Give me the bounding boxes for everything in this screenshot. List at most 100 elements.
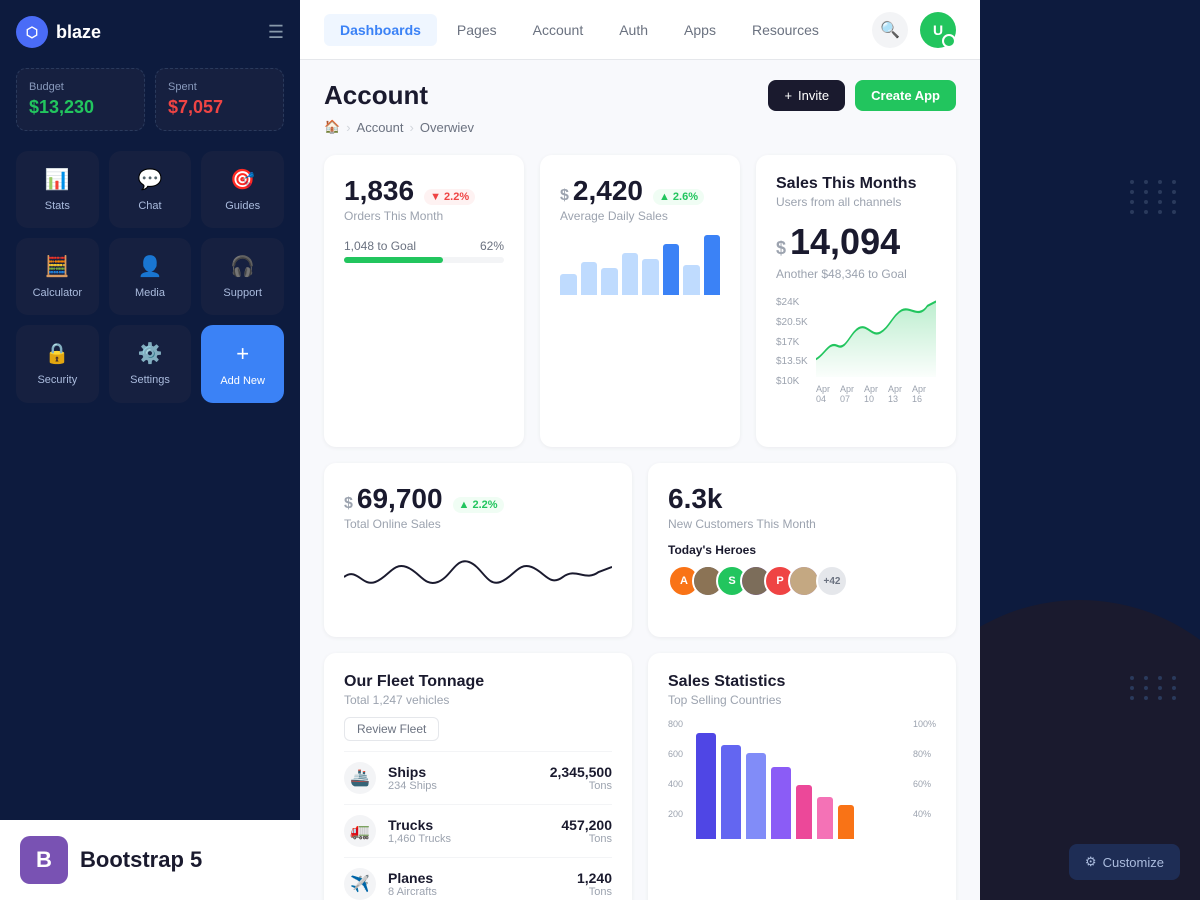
ships-icon: 🚢: [344, 762, 376, 794]
bars-inner: [696, 719, 936, 839]
mini-bars: [560, 235, 720, 295]
online-sales-badge: ▲ 2.2%: [453, 497, 504, 513]
bar: [560, 274, 577, 295]
bootstrap-label: Bootstrap 5: [80, 847, 202, 873]
line-chart: $24K $20.5K $17K $13.5K $10K: [776, 297, 936, 427]
sidebar-item-calculator[interactable]: 🧮 Calculator: [16, 238, 99, 315]
sidebar-item-guides[interactable]: 🎯 Guides: [201, 151, 284, 228]
fleet-count: 1,460 Trucks: [388, 833, 549, 845]
nav-right: 🔍 U: [872, 12, 956, 48]
fleet-name: Ships: [388, 764, 538, 780]
heroes-section: Today's Heroes A S P: [668, 543, 936, 597]
sliders-icon: ⚙: [1085, 854, 1097, 870]
security-icon: 🔒: [45, 341, 70, 366]
chart-y-labels: $24K $20.5K $17K $13.5K $10K: [776, 297, 808, 387]
sidebar-item-media[interactable]: 👤 Media: [109, 238, 192, 315]
spent-card: Spent $7,057: [155, 68, 284, 131]
invite-button[interactable]: + Invite: [768, 80, 845, 111]
progress-section: 1,048 to Goal 62%: [344, 239, 504, 263]
customize-label: Customize: [1103, 855, 1164, 870]
daily-sales-badge: ▲ 2.6%: [653, 189, 704, 205]
breadcrumb-account[interactable]: Account: [357, 120, 404, 135]
sidebar-item-security[interactable]: 🔒 Security: [16, 325, 99, 403]
sales-subtext: Another $48,346 to Goal: [776, 267, 936, 281]
tab-apps[interactable]: Apps: [668, 14, 732, 46]
new-customers-number: 6.3k: [668, 483, 936, 515]
new-customers-card: 6.3k New Customers This Month Today's He…: [648, 463, 956, 637]
fleet-name: Trucks: [388, 817, 549, 833]
breadcrumb: 🏠 › Account › Overwiev: [324, 119, 956, 135]
bottom-grid: Our Fleet Tonnage Total 1,247 vehicles R…: [324, 653, 956, 900]
fleet-title: Our Fleet Tonnage: [344, 673, 612, 691]
sidebar-item-label: Calculator: [33, 287, 83, 299]
tab-auth[interactable]: Auth: [603, 14, 664, 46]
progress-bar-fill: [344, 257, 443, 263]
bootstrap-icon: B: [20, 836, 68, 884]
bar: [581, 262, 598, 295]
tab-account[interactable]: Account: [517, 14, 600, 46]
online-sales-label: Total Online Sales: [344, 517, 612, 531]
spent-value: $7,057: [168, 97, 271, 118]
sidebar-item-add-new[interactable]: + Add New: [201, 325, 284, 403]
page-header: Account + Invite Create App: [324, 80, 956, 111]
chart-x-labels: Apr 04 Apr 07 Apr 10 Apr 13 Apr 16: [816, 384, 936, 404]
heroes-avatars: A S P +42: [668, 565, 936, 597]
fleet-count: 8 Aircrafts: [388, 886, 565, 898]
heroes-count: +42: [816, 565, 848, 597]
review-fleet-button[interactable]: Review Fleet: [344, 717, 439, 741]
bar: [642, 259, 659, 295]
sidebar-item-chat[interactable]: 💬 Chat: [109, 151, 192, 228]
sidebar-item-label: Stats: [45, 200, 70, 212]
fleet-unit: Tons: [550, 780, 612, 792]
dark-overlay: ⚙ Customize: [980, 0, 1200, 900]
sidebar-item-label: Media: [135, 287, 165, 299]
fleet-name: Planes: [388, 870, 565, 886]
tab-resources[interactable]: Resources: [736, 14, 835, 46]
sidebar-item-label: Add New: [220, 375, 265, 387]
bar: [663, 244, 680, 295]
chart-wrapper: $24K $20.5K $17K $13.5K $10K: [776, 297, 936, 407]
bar-5: [796, 785, 812, 839]
stats-icon: 📊: [45, 167, 70, 192]
sidebar: ⬡ blaze ☰ Budget $13,230 Spent $7,057 📊 …: [0, 0, 300, 900]
sidebar-menu-icon[interactable]: ☰: [268, 22, 284, 43]
budget-card: Budget $13,230: [16, 68, 145, 131]
breadcrumb-home[interactable]: 🏠: [324, 119, 340, 135]
fleet-num: 457,200: [561, 817, 612, 833]
chat-icon: 💬: [138, 167, 163, 192]
tab-pages[interactable]: Pages: [441, 14, 513, 46]
search-icon[interactable]: 🔍: [872, 12, 908, 48]
y-axis: 800 600 400 200: [668, 719, 683, 839]
sales-stats-title: Sales Statistics: [668, 673, 936, 691]
wave-line: [344, 561, 612, 583]
trucks-icon: 🚛: [344, 815, 376, 847]
progress-bar-bg: [344, 257, 504, 263]
wave-svg: [344, 547, 612, 607]
bar-2: [721, 745, 741, 839]
sales-chart: 800 600 400 200: [668, 719, 936, 849]
create-app-button[interactable]: Create App: [855, 80, 956, 111]
orders-badge: ▼ 2.2%: [424, 189, 475, 205]
sidebar-item-label: Chat: [138, 200, 161, 212]
dots-grid-bottom: [1130, 676, 1180, 700]
sidebar-header: ⬡ blaze ☰: [16, 16, 284, 48]
fleet-unit: Tons: [577, 886, 612, 898]
calculator-icon: 🧮: [45, 254, 70, 279]
settings-icon: ⚙️: [138, 341, 163, 366]
logo-icon: ⬡: [16, 16, 48, 48]
online-sales-card: $ 69,700 ▲ 2.2% Total Online Sales: [324, 463, 632, 637]
sales-month-card: Sales This Months Users from all channel…: [756, 155, 956, 447]
sidebar-item-support[interactable]: 🎧 Support: [201, 238, 284, 315]
sidebar-item-stats[interactable]: 📊 Stats: [16, 151, 99, 228]
sales-stats-subtitle: Top Selling Countries: [668, 693, 936, 707]
sidebar-item-label: Security: [37, 374, 77, 386]
customize-button[interactable]: ⚙ Customize: [1069, 844, 1180, 880]
wave-chart: [344, 547, 612, 617]
tab-dashboards[interactable]: Dashboards: [324, 14, 437, 46]
bar-6: [817, 797, 833, 839]
sales-stats-card: Sales Statistics Top Selling Countries 8…: [648, 653, 956, 900]
sales-big-number: $ 14,094: [776, 221, 936, 263]
sidebar-item-settings[interactable]: ⚙️ Settings: [109, 325, 192, 403]
support-icon: 🎧: [230, 254, 255, 279]
bootstrap-badge: B Bootstrap 5: [0, 820, 300, 900]
